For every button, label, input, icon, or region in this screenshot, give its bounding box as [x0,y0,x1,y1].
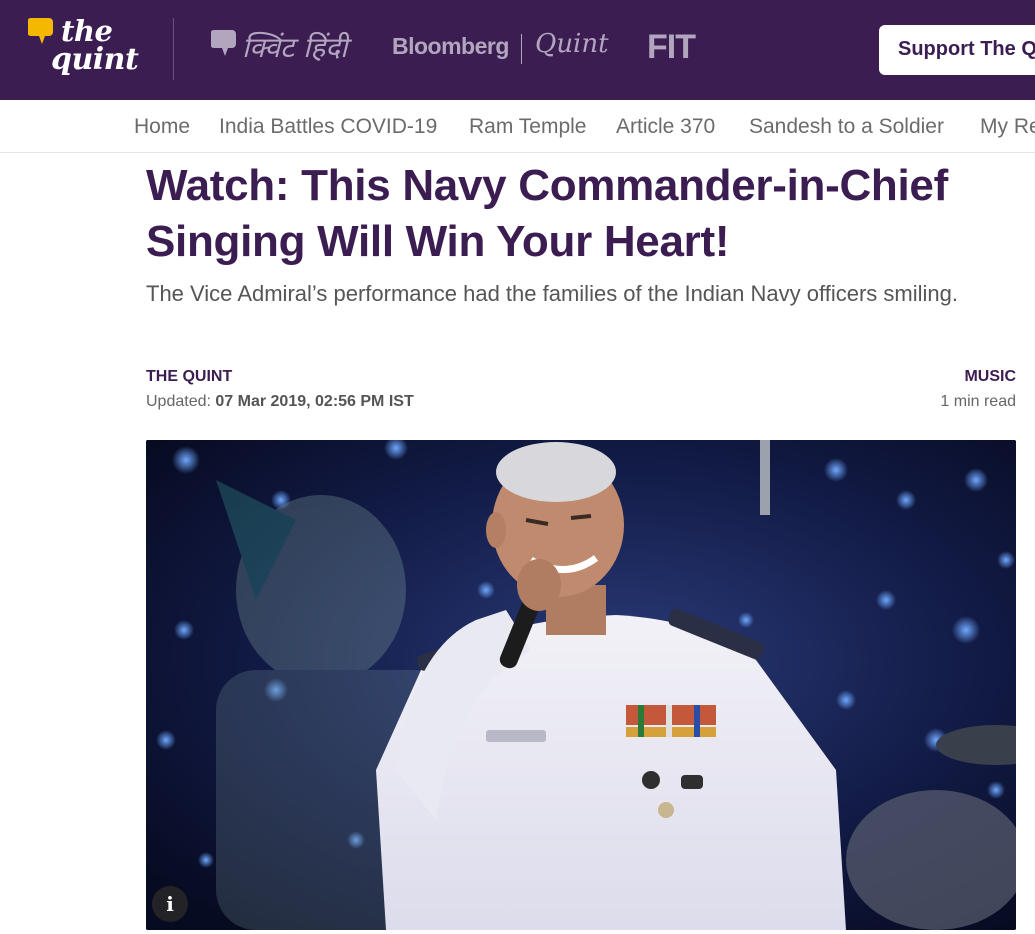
category-link[interactable]: MUSIC [964,368,1016,386]
nav-item-sandesh[interactable]: Sandesh to a Soldier [749,115,944,139]
image-info-button[interactable]: i [152,886,188,922]
section-nav: Home India Battles COVID-19 Ram Temple A… [0,100,1035,153]
fit-logo[interactable]: FIT [647,28,696,67]
nav-item-covid[interactable]: India Battles COVID-19 [219,115,437,139]
read-time: 1 min read [940,393,1016,410]
article-subhead: The Vice Admiral’s performance had the f… [146,281,958,306]
nav-item-home[interactable]: Home [134,115,190,139]
header-divider [173,18,174,80]
updated-line: Updated: 07 Mar 2019, 02:56 PM IST [146,393,414,411]
hindi-speech-bubble-icon [211,30,236,56]
nav-item-my-report[interactable]: My Report [980,115,1035,139]
hindi-logo-text: क्विंट हिंदी [242,31,348,64]
updated-label: Updated: [146,393,211,410]
hero-illustration [146,440,1016,930]
author-link[interactable]: THE QUINT [146,368,232,386]
nav-item-article-370[interactable]: Article 370 [616,115,715,139]
quint-hindi-logo[interactable]: क्विंट हिंदी [211,26,351,70]
bq-divider [521,34,522,64]
bq-quint-text[interactable]: Quint [535,29,609,59]
logo-quint-text: quint [51,42,139,77]
hero-image[interactable] [146,440,1016,930]
the-quint-logo[interactable]: the quint [28,14,143,84]
nav-item-ram-temple[interactable]: Ram Temple [469,115,587,139]
top-header: the quint क्विंट हिंदी Bloomberg Quint F… [0,0,1035,100]
support-button[interactable]: Support The Quint [879,25,1035,75]
article-headline: Watch: This Navy Commander-in-Chief Sing… [146,161,948,266]
bloomberg-quint-logo[interactable]: Bloomberg [392,33,509,60]
updated-date: 07 Mar 2019, 02:56 PM IST [215,393,414,410]
